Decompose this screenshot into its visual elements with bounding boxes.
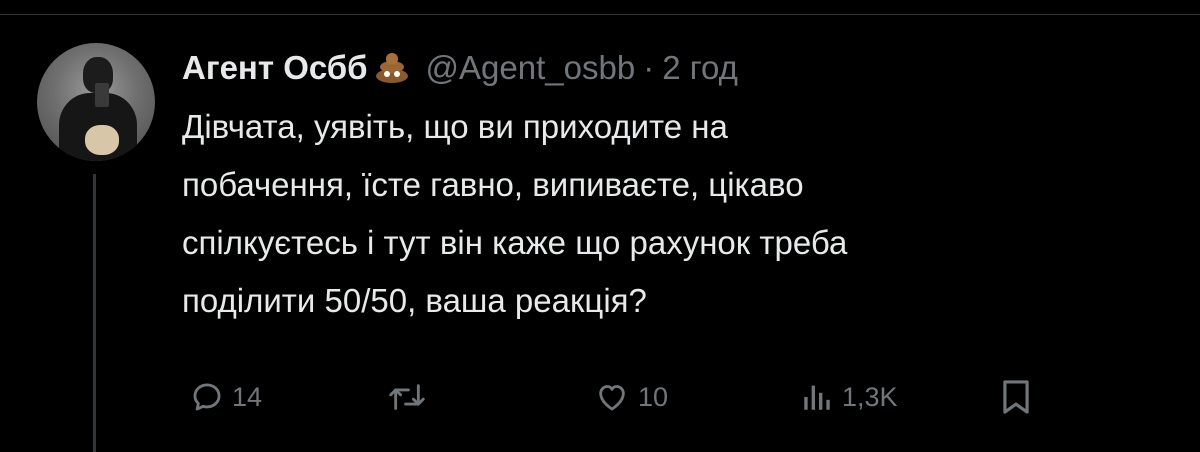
header-separator: ·	[643, 49, 655, 86]
tweet-text-line: поділити 50/50, ваша реакція?	[182, 282, 647, 319]
tweet-timestamp[interactable]: 2 год	[662, 49, 738, 87]
views-icon	[800, 380, 834, 414]
tweet-text: Дівчата, уявіть, що ви приходите на поба…	[182, 98, 1162, 330]
thread-connector-line	[93, 174, 96, 452]
like-count: 10	[638, 381, 669, 412]
tweet-actions-bar: 14 10 1,3K	[182, 372, 1062, 422]
poo-emoji-icon	[374, 51, 410, 85]
bookmark-button[interactable]	[1000, 372, 1032, 422]
top-divider	[0, 14, 1200, 15]
views-count: 1,3K	[842, 381, 898, 412]
tweet-text-line: побачення, їсте гавно, випиваєте, цікаво	[182, 166, 804, 203]
author-handle[interactable]: @Agent_osbb	[426, 49, 636, 87]
views-button[interactable]: 1,3K	[800, 372, 898, 422]
reply-button[interactable]: 14	[190, 372, 262, 422]
avatar[interactable]	[37, 43, 155, 161]
tweet-text-line: спілкуєтесь і тут він каже що рахунок тр…	[182, 224, 848, 261]
heart-icon	[594, 380, 630, 414]
retweet-button[interactable]	[387, 372, 427, 422]
retweet-icon	[387, 380, 427, 414]
author-display-name[interactable]: Агент Осбб	[182, 49, 368, 87]
avatar-dog	[85, 125, 119, 155]
reply-count: 14	[232, 381, 263, 412]
bookmark-icon	[1000, 378, 1032, 416]
avatar-phone	[95, 83, 109, 107]
reply-icon	[190, 380, 224, 414]
tweet-text-line: Дівчата, уявіть, що ви приходите на	[182, 108, 728, 145]
tweet-header: Агент Осбб @Agent_osbb · 2 год	[182, 42, 738, 94]
like-button[interactable]: 10	[594, 372, 668, 422]
